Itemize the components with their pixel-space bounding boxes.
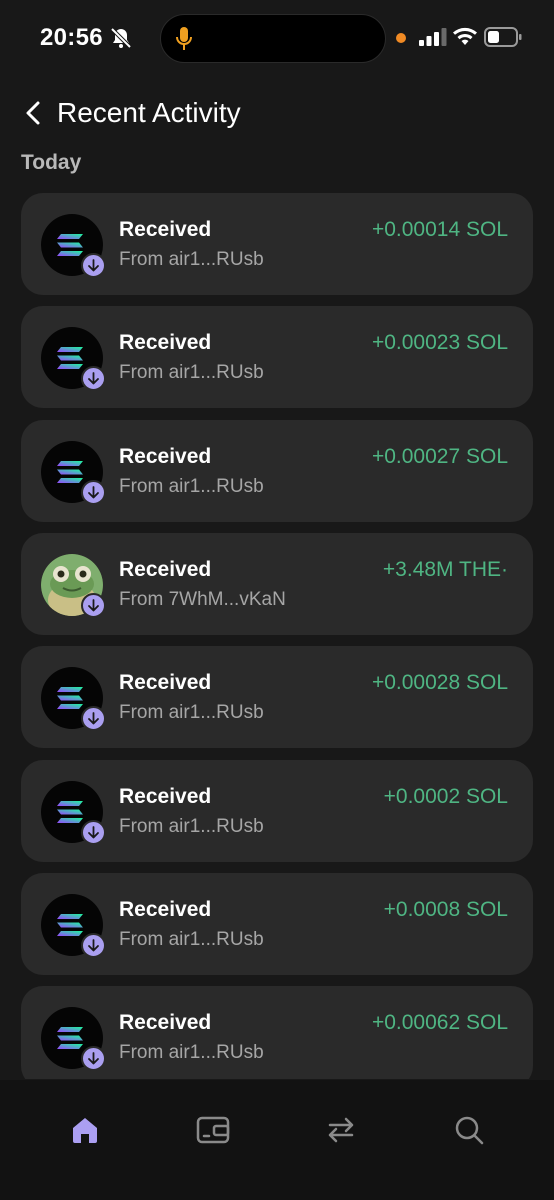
status-bar: 20:56 xyxy=(0,0,554,80)
activity-row[interactable]: Received From air1...RUsb +0.00028 SOL xyxy=(21,646,533,749)
receive-badge xyxy=(81,932,106,958)
receive-badge xyxy=(81,1046,106,1072)
activity-amount: +3.48M THE· xyxy=(382,557,508,581)
activity-title: Received xyxy=(119,671,212,695)
chevron-left-icon xyxy=(26,101,40,125)
activity-title: Received xyxy=(119,897,212,921)
arrow-down-icon xyxy=(88,712,99,725)
activity-sender: From air1...RUsb xyxy=(119,249,264,270)
activity-row[interactable]: Received From 7WhM...vKaN +3.48M THE· xyxy=(21,532,533,635)
activity-sender: From 7WhM...vKaN xyxy=(119,588,286,610)
activity-amount: +0.00014 SOL xyxy=(371,218,508,241)
recent-activity-screen: 20:56 Recent Activity Today Received Fro… xyxy=(0,0,554,1200)
activity-row[interactable]: Received From air1...RUsb +0.0008 SOL xyxy=(21,872,533,975)
activity-amount: +0.00062 SOL xyxy=(371,1011,508,1035)
arrow-down-icon xyxy=(88,938,99,952)
page-title: Recent Activity xyxy=(57,97,241,128)
activity-title: Received xyxy=(119,557,212,581)
activity-row[interactable]: Received From air1...RUsb +0.0002 SOL xyxy=(21,759,533,862)
bell-muted-icon xyxy=(110,27,132,49)
activity-row[interactable]: Received From air1...RUsb +0.00027 SOL xyxy=(21,419,533,522)
search-icon xyxy=(455,1116,484,1145)
bottom-tab-bar xyxy=(0,1080,554,1200)
activity-title: Received xyxy=(119,784,212,808)
tab-wallet[interactable] xyxy=(183,1100,243,1160)
arrow-down-icon xyxy=(88,1052,99,1065)
tab-home[interactable] xyxy=(55,1100,115,1160)
receive-badge xyxy=(81,592,106,618)
activity-row[interactable]: Received From air1...RUsb +0.00062 SOL xyxy=(21,986,533,1079)
activity-amount: +0.00027 SOL xyxy=(371,444,508,468)
activity-title: Received xyxy=(119,1011,212,1035)
activity-amount: +0.00023 SOL xyxy=(371,331,508,355)
swap-icon xyxy=(328,1117,354,1143)
arrow-down-icon xyxy=(88,598,99,612)
home-icon xyxy=(73,1118,97,1143)
activity-sender: From air1...RUsb xyxy=(119,475,264,497)
receive-badge xyxy=(81,253,106,278)
activity-row[interactable]: Received From air1...RUsb +0.00023 SOL xyxy=(21,306,533,409)
tab-search[interactable] xyxy=(439,1100,499,1160)
tab-swap[interactable] xyxy=(311,1100,371,1160)
cellular-signal-icon xyxy=(419,28,447,46)
status-time: 20:56 xyxy=(40,24,103,51)
arrow-down-icon xyxy=(88,485,99,498)
activity-sender: From air1...RUsb xyxy=(119,815,264,837)
arrow-down-icon xyxy=(88,825,99,838)
arrow-down-icon xyxy=(88,372,99,385)
activity-title: Received xyxy=(119,444,212,468)
activity-sender: From air1...RUsb xyxy=(119,928,264,950)
activity-list: Received From air1...RUsb +0.00014 SOL Rece… xyxy=(21,193,533,1079)
recording-indicator-icon xyxy=(396,33,406,43)
activity-amount: +0.0008 SOL xyxy=(383,897,508,921)
activity-title: Received xyxy=(119,218,212,241)
activity-sender: From air1...RUsb xyxy=(119,362,264,384)
activity-amount: +0.00028 SOL xyxy=(371,671,508,695)
wallet-card-icon xyxy=(196,1116,230,1144)
receive-badge xyxy=(81,819,106,845)
activity-amount: +0.0002 SOL xyxy=(383,784,508,808)
activity-title: Received xyxy=(119,331,212,355)
arrow-down-icon xyxy=(88,259,99,272)
receive-badge xyxy=(81,479,106,505)
activity-sender: From air1...RUsb xyxy=(119,1042,264,1064)
microphone-icon xyxy=(176,27,192,50)
section-label-today: Today xyxy=(21,151,82,174)
activity-row[interactable]: Received From air1...RUsb +0.00014 SOL xyxy=(21,193,533,295)
back-button[interactable] xyxy=(18,96,48,130)
activity-sender: From air1...RUsb xyxy=(119,702,264,724)
wifi-icon xyxy=(453,27,477,45)
dynamic-island xyxy=(160,14,386,63)
battery-icon xyxy=(484,27,522,47)
